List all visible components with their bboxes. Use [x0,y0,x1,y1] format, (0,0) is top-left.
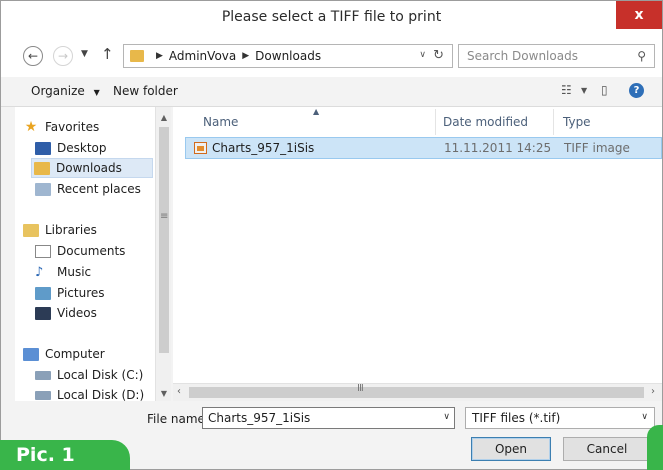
column-header-date-modified[interactable]: Date modified [443,115,528,129]
column-divider[interactable] [435,109,436,135]
sidebar-item-label: Favorites [45,120,100,134]
sort-ascending-icon: ▲ [313,107,320,116]
sidebar-item-documents[interactable]: Documents [33,241,125,261]
sidebar-item-videos[interactable]: Videos [33,303,97,323]
sidebar-item-computer[interactable]: Computer [21,344,105,364]
command-toolbar: Organize ▼ New folder ☷ ▼ ▯ ? [1,77,662,107]
refresh-icon[interactable]: ↻ [433,48,444,63]
close-button[interactable]: x [616,1,662,29]
sidebar-item-downloads[interactable]: Downloads [31,158,153,178]
filename-input[interactable]: Charts_957_1iSis ∨ [202,407,455,429]
breadcrumb-downloads[interactable]: Downloads [255,49,321,63]
scrollbar-thumb[interactable] [189,387,644,398]
scroll-right-arrow-icon[interactable]: › [651,386,655,397]
cancel-button[interactable]: Cancel [563,437,651,461]
scroll-down-arrow-icon[interactable]: ▼ [156,385,172,401]
sidebar-item-label: Desktop [57,141,107,155]
disk-icon [35,370,51,380]
scroll-left-arrow-icon[interactable]: ‹ [177,386,181,397]
navigation-pane-scrollbar[interactable]: ▲ ≡ ▼ [155,107,171,403]
title-bar: Please select a TIFF file to print x [1,1,662,33]
window-title: Please select a TIFF file to print [221,9,442,25]
help-icon[interactable]: ? [629,83,644,98]
scrollbar-thumb[interactable] [159,127,169,353]
search-icon[interactable]: ⚲ [637,49,646,63]
organize-label: Organize [31,84,85,98]
search-input[interactable]: Search Downloads ⚲ [458,44,655,68]
tiff-file-icon [194,142,207,154]
sidebar-item-label: Local Disk (C:) [57,368,144,382]
file-type: TIFF image [564,141,630,155]
sidebar-item-recent-places[interactable]: Recent places [33,179,141,199]
file-dialog-window: Please select a TIFF file to print x ← →… [0,0,663,470]
sidebar-item-label: Music [57,265,92,279]
scroll-up-arrow-icon[interactable]: ▲ [156,109,172,125]
sidebar-item-label: Local Disk (D:) [57,388,145,402]
filename-label: File name: [147,412,209,426]
libraries-icon [23,223,39,237]
file-list: ▲ Name Date modified Type Charts_957_1iS… [173,107,662,387]
sidebar-item-desktop[interactable]: Desktop [33,138,107,158]
column-header-name[interactable]: Name [203,115,238,129]
scrollbar-grip-icon: ≡ [160,211,169,222]
chevron-down-icon: ▼ [93,88,100,97]
new-folder-button[interactable]: New folder [113,84,178,98]
sidebar-item-label: Videos [57,306,97,320]
address-dropdown-icon[interactable]: ∨ [419,50,426,60]
sidebar-item-music[interactable]: ♪ Music [33,262,91,282]
sidebar-item-label: Pictures [57,286,105,300]
file-row[interactable]: Charts_957_1iSis 11.11.2011 14:25 TIFF i… [185,137,662,159]
sidebar-item-local-disk-c[interactable]: Local Disk (C:) [33,365,143,385]
folder-icon [130,50,144,62]
file-date-modified: 11.11.2011 14:25 [444,141,552,155]
view-dropdown-icon[interactable]: ▼ [581,86,587,95]
videos-icon [35,306,51,320]
preview-pane-icon[interactable]: ▯ [601,83,608,97]
chevron-right-icon[interactable]: ▶ [156,51,163,61]
forward-button[interactable]: → [53,46,73,66]
music-icon: ♪ [35,264,44,280]
breadcrumb-adminvova[interactable]: AdminVova [169,49,236,63]
sidebar-item-label: Downloads [56,161,122,175]
pictures-icon [35,286,51,300]
file-list-horizontal-scrollbar[interactable]: ‹ III › [173,383,662,401]
back-button[interactable]: ← [23,46,43,66]
search-placeholder: Search Downloads [467,49,578,63]
scrollbar-grip-icon: III [357,383,364,394]
column-divider[interactable] [553,109,554,135]
recent-places-icon [35,182,51,196]
up-folder-button[interactable]: ↑ [101,45,114,63]
sidebar-item-label: Computer [45,347,105,361]
documents-icon [35,244,51,258]
disk-icon [35,390,51,400]
desktop-icon [35,141,51,155]
filename-value: Charts_957_1iSis [208,411,311,425]
sidebar-item-label: Documents [57,244,126,258]
view-options-icon[interactable]: ☷ [561,83,572,97]
address-bar[interactable]: ▶ AdminVova ▶ Downloads ∨ ↻ [123,44,453,68]
chevron-right-icon[interactable]: ▶ [242,51,249,61]
recent-locations-dropdown-icon[interactable]: ▼ [81,49,88,59]
filetype-value: TIFF files (*.tif) [472,411,561,425]
navigation-pane: ★ Favorites Desktop Downloads Recent pla… [15,107,171,403]
star-icon: ★ [24,118,38,135]
sidebar-item-libraries[interactable]: Libraries [21,220,97,240]
open-button[interactable]: Open [471,437,551,461]
organize-button[interactable]: Organize ▼ [31,84,100,98]
sidebar-item-pictures[interactable]: Pictures [33,283,105,303]
chevron-down-icon[interactable]: ∨ [443,412,450,422]
computer-icon [23,347,39,361]
figure-caption: Pic. 1 [0,440,130,470]
downloads-folder-icon [34,161,50,175]
column-header-type[interactable]: Type [563,115,591,129]
filetype-select[interactable]: TIFF files (*.tif) ∨ [465,407,655,429]
sidebar-item-label: Recent places [57,182,141,196]
corner-accent [647,425,663,470]
chevron-down-icon[interactable]: ∨ [641,412,648,422]
navigation-bar: ← → ▼ ↑ ▶ AdminVova ▶ Downloads ∨ ↻ Sear… [1,33,662,77]
sidebar-item-favorites[interactable]: ★ Favorites [21,117,100,137]
sidebar-item-label: Libraries [45,223,97,237]
file-name: Charts_957_1iSis [212,141,315,155]
